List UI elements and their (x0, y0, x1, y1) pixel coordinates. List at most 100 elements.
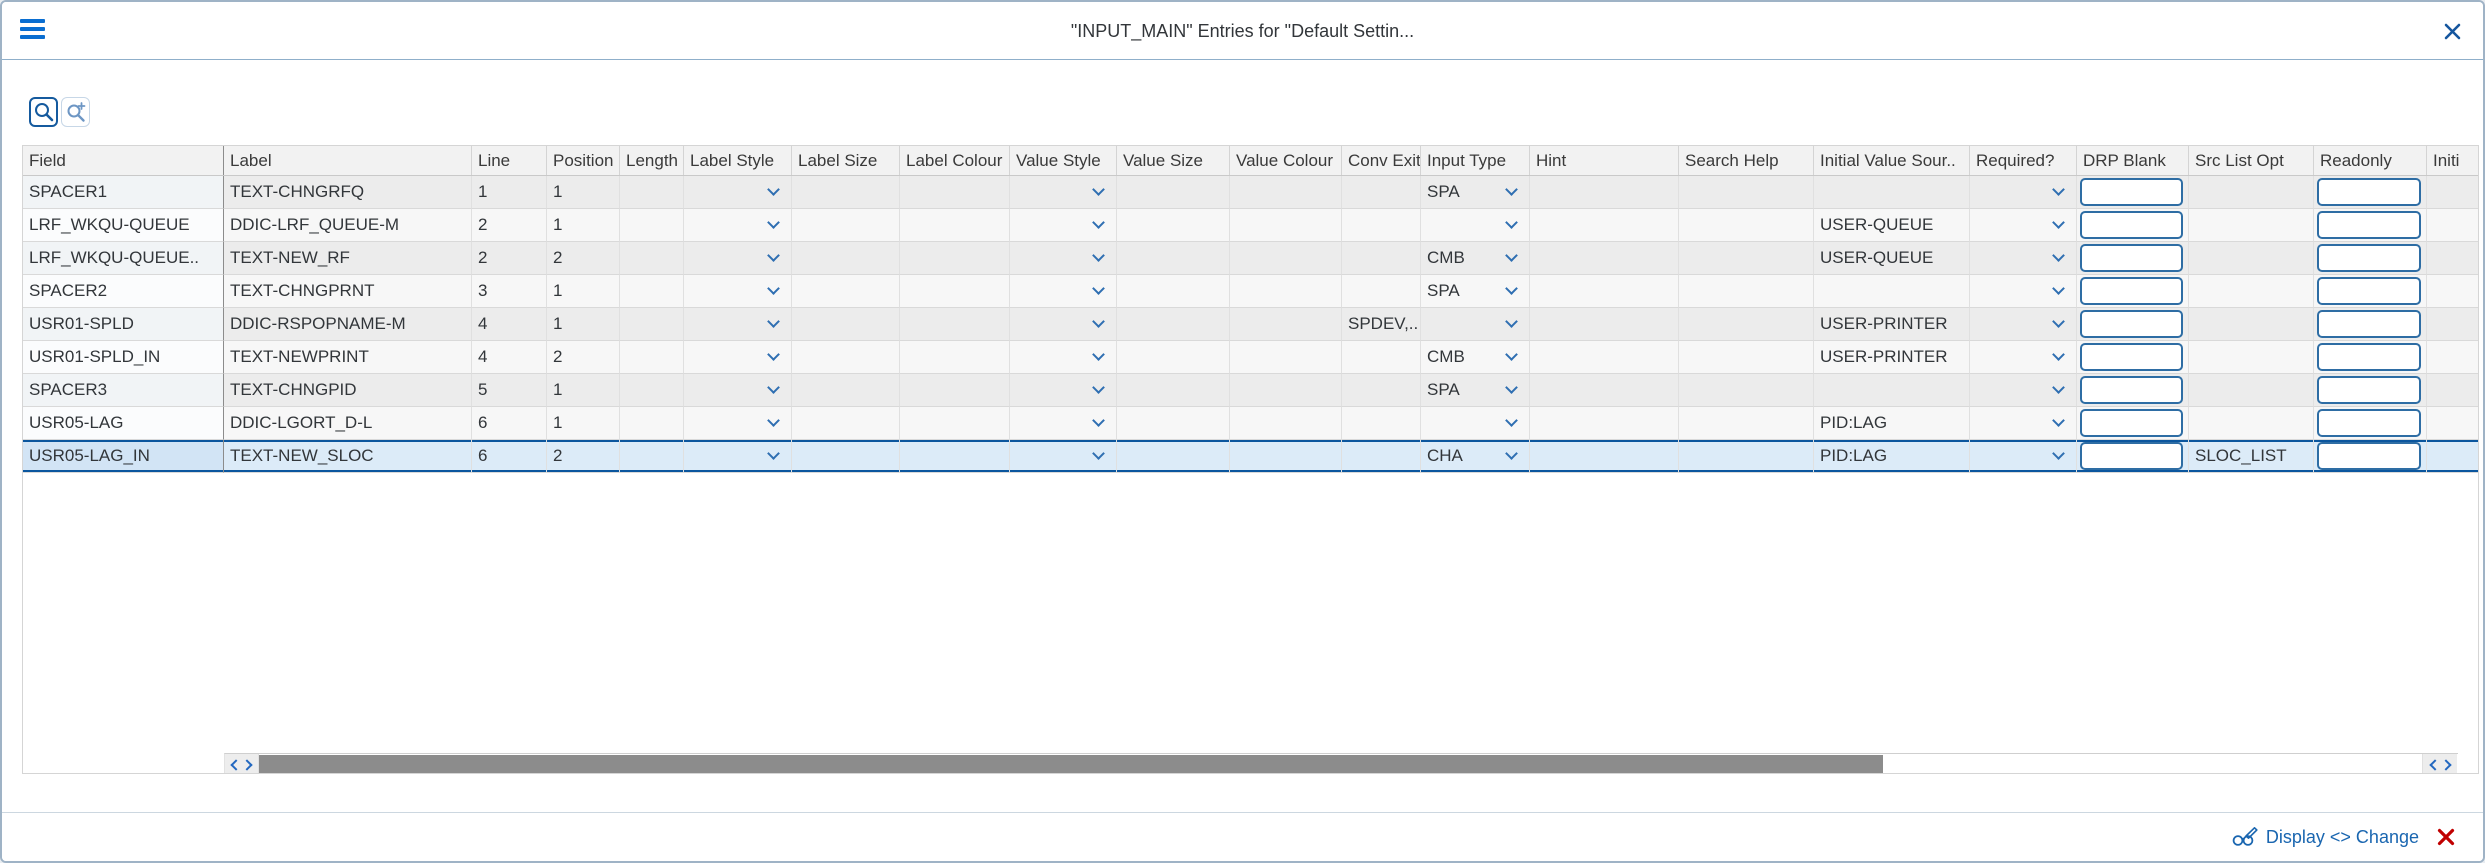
cell-line[interactable]: 2 (472, 209, 547, 242)
scroll-left-icon[interactable] (2429, 759, 2440, 770)
cell-field[interactable]: USR01-SPLD_IN (23, 341, 224, 374)
cell-readonly[interactable] (2314, 242, 2427, 275)
cell-conv_exit[interactable] (1342, 407, 1421, 440)
cell-required[interactable] (1970, 407, 2077, 440)
cell-label_style[interactable] (684, 341, 792, 374)
cell-field[interactable]: USR05-LAG_IN (23, 440, 224, 473)
cell-initial_trunc[interactable] (2427, 308, 2479, 341)
cell-label_colour[interactable] (900, 275, 1010, 308)
readonly-input[interactable] (2317, 244, 2421, 272)
chevron-down-icon[interactable] (1092, 249, 1105, 262)
cell-initial_trunc[interactable] (2427, 176, 2479, 209)
cell-readonly[interactable] (2314, 308, 2427, 341)
cell-input_type[interactable]: CHA (1421, 440, 1530, 473)
cell-initial_trunc[interactable] (2427, 407, 2479, 440)
cell-readonly[interactable] (2314, 275, 2427, 308)
chevron-down-icon[interactable] (1505, 447, 1518, 460)
cell-initial_trunc[interactable] (2427, 275, 2479, 308)
cell-initial_value_source[interactable] (1814, 374, 1970, 407)
drp_blank-input[interactable] (2080, 343, 2183, 371)
chevron-down-icon[interactable] (1092, 381, 1105, 394)
cell-initial_trunc[interactable] (2427, 242, 2479, 275)
cell-value_colour[interactable] (1230, 209, 1342, 242)
cell-value_size[interactable] (1117, 275, 1230, 308)
cell-conv_exit[interactable] (1342, 374, 1421, 407)
readonly-input[interactable] (2317, 178, 2421, 206)
chevron-down-icon[interactable] (767, 249, 780, 262)
cell-field[interactable]: SPACER2 (23, 275, 224, 308)
cell-conv_exit[interactable] (1342, 275, 1421, 308)
cell-initial_trunc[interactable] (2427, 374, 2479, 407)
cell-label_style[interactable] (684, 440, 792, 473)
cell-required[interactable] (1970, 440, 2077, 473)
cell-initial_value_source[interactable]: USER-PRINTER (1814, 308, 1970, 341)
chevron-down-icon[interactable] (2052, 447, 2065, 460)
readonly-input[interactable] (2317, 409, 2421, 437)
cell-label[interactable]: TEXT-CHNGRFQ (224, 176, 472, 209)
readonly-input[interactable] (2317, 277, 2421, 305)
cell-position[interactable]: 1 (547, 209, 620, 242)
cell-src_list_opt[interactable] (2189, 407, 2314, 440)
cell-hint[interactable] (1530, 341, 1679, 374)
cell-label[interactable]: DDIC-LRF_QUEUE-M (224, 209, 472, 242)
cell-label_colour[interactable] (900, 209, 1010, 242)
chevron-down-icon[interactable] (1505, 249, 1518, 262)
cell-value_size[interactable] (1117, 407, 1230, 440)
cell-label_style[interactable] (684, 209, 792, 242)
cell-required[interactable] (1970, 308, 2077, 341)
column-header-src_list_opt[interactable]: Src List Opt (2189, 146, 2314, 175)
chevron-down-icon[interactable] (767, 348, 780, 361)
cell-conv_exit[interactable] (1342, 209, 1421, 242)
cell-initial_trunc[interactable] (2427, 440, 2479, 473)
cell-label_size[interactable] (792, 440, 900, 473)
cell-label_size[interactable] (792, 275, 900, 308)
cell-search_help[interactable] (1679, 275, 1814, 308)
cell-src_list_opt[interactable] (2189, 374, 2314, 407)
cell-value_colour[interactable] (1230, 341, 1342, 374)
cell-value_style[interactable] (1010, 176, 1117, 209)
chevron-down-icon[interactable] (1092, 447, 1105, 460)
column-header-initial_value_source[interactable]: Initial Value Sour.. (1814, 146, 1970, 175)
cell-input_type[interactable] (1421, 209, 1530, 242)
column-header-line[interactable]: Line (472, 146, 547, 175)
column-header-value_size[interactable]: Value Size (1117, 146, 1230, 175)
cell-conv_exit[interactable] (1342, 242, 1421, 275)
cell-required[interactable] (1970, 209, 2077, 242)
cell-src_list_opt[interactable] (2189, 308, 2314, 341)
cell-value_style[interactable] (1010, 374, 1117, 407)
column-header-label_size[interactable]: Label Size (792, 146, 900, 175)
cell-label_style[interactable] (684, 407, 792, 440)
cell-search_help[interactable] (1679, 374, 1814, 407)
cell-initial_trunc[interactable] (2427, 341, 2479, 374)
cell-hint[interactable] (1530, 374, 1679, 407)
cell-label_size[interactable] (792, 242, 900, 275)
cell-label_colour[interactable] (900, 374, 1010, 407)
chevron-down-icon[interactable] (1505, 183, 1518, 196)
cell-initial_value_source[interactable] (1814, 176, 1970, 209)
cell-hint[interactable] (1530, 209, 1679, 242)
cell-label_size[interactable] (792, 341, 900, 374)
cell-readonly[interactable] (2314, 407, 2427, 440)
cell-readonly[interactable] (2314, 374, 2427, 407)
drp_blank-input[interactable] (2080, 178, 2183, 206)
cell-label_style[interactable] (684, 275, 792, 308)
cell-input_type[interactable]: CMB (1421, 242, 1530, 275)
drp_blank-input[interactable] (2080, 442, 2183, 470)
cell-initial_value_source[interactable]: USER-QUEUE (1814, 209, 1970, 242)
chevron-down-icon[interactable] (2052, 315, 2065, 328)
chevron-down-icon[interactable] (1505, 381, 1518, 394)
cell-hint[interactable] (1530, 308, 1679, 341)
table-row[interactable]: LRF_WKQU-QUEUEDDIC-LRF_QUEUE-M21USER-QUE… (23, 209, 2479, 242)
cell-field[interactable]: LRF_WKQU-QUEUE.. (23, 242, 224, 275)
column-header-value_style[interactable]: Value Style (1010, 146, 1117, 175)
column-header-input_type[interactable]: Input Type (1421, 146, 1530, 175)
cell-position[interactable]: 1 (547, 275, 620, 308)
cell-initial_value_source[interactable]: USER-QUEUE (1814, 242, 1970, 275)
column-header-initial_trunc[interactable]: Initi (2427, 146, 2479, 175)
close-icon[interactable] (2444, 23, 2461, 40)
drp_blank-input[interactable] (2080, 376, 2183, 404)
cell-search_help[interactable] (1679, 209, 1814, 242)
cell-search_help[interactable] (1679, 407, 1814, 440)
cell-search_help[interactable] (1679, 176, 1814, 209)
find-next-button[interactable] (61, 97, 90, 127)
